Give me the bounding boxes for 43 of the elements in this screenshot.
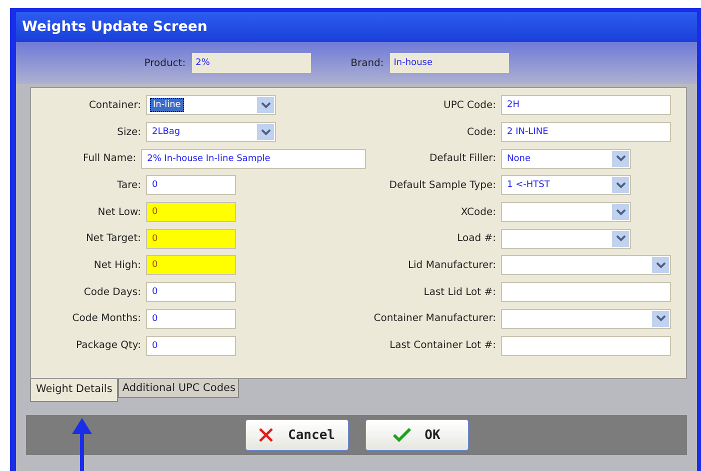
field-label: Load #: <box>456 233 496 244</box>
field-label: Code Days: <box>82 286 141 298</box>
dropdown[interactable]: None <box>501 148 631 169</box>
window-title: Weights Update Screen <box>16 12 697 42</box>
input-field[interactable]: 0 <box>146 202 236 222</box>
field-label: Net Low: <box>96 206 141 218</box>
field-label: Brand: <box>350 58 384 68</box>
input-field[interactable]: 0 <box>146 255 236 276</box>
field-label: Code: <box>466 126 496 138</box>
field-label: Default Sample Type: <box>388 180 496 191</box>
tab[interactable]: Additional UPC Codes <box>118 379 240 398</box>
cancel-button[interactable]: Cancel <box>244 419 348 451</box>
dropdown[interactable]: 2LBag <box>146 122 276 142</box>
tab[interactable]: Weight Details <box>30 379 118 402</box>
input-field[interactable]: 0 <box>146 336 236 356</box>
input-field[interactable]: 0 <box>146 308 236 329</box>
field-label: Size: <box>116 126 141 138</box>
field-label: Tare: <box>116 180 141 191</box>
dropdown[interactable]: In-line <box>146 95 276 116</box>
field-label: Default Filler: <box>428 153 496 164</box>
field-label: XCode: <box>460 206 496 218</box>
input-field[interactable]: 0 <box>146 282 236 302</box>
field-label: Lid Manufacturer: <box>406 260 496 271</box>
field-label: Code Months: <box>71 313 141 324</box>
field-label: Full Name: <box>82 153 136 164</box>
dropdown[interactable]: 1 <-HTST <box>501 175 631 196</box>
field-label: Last Lid Lot #: <box>422 286 496 298</box>
field-label: Last Container Lot #: <box>388 340 496 352</box>
field-label: Container Manufacturer: <box>372 313 496 324</box>
field-label: Net High: <box>92 260 141 271</box>
input-field[interactable]: 0 <box>146 228 236 249</box>
readonly-field: In-house <box>390 53 509 73</box>
input-field[interactable]: 2 IN-LINE <box>501 122 671 142</box>
input-field[interactable]: 2H <box>501 95 671 116</box>
field-label: Package Qty: <box>75 340 141 352</box>
input-field[interactable]: 0 <box>146 175 236 196</box>
input-field[interactable]: 2% In-house In-line Sample <box>141 148 366 169</box>
ok-button[interactable]: OK <box>364 419 468 451</box>
field-label: Net Target: <box>84 233 141 244</box>
field-label: Container: <box>88 100 141 111</box>
field-label: Product: <box>144 58 186 68</box>
readonly-field: 2% <box>192 53 311 73</box>
field-label: UPC Code: <box>442 100 496 111</box>
